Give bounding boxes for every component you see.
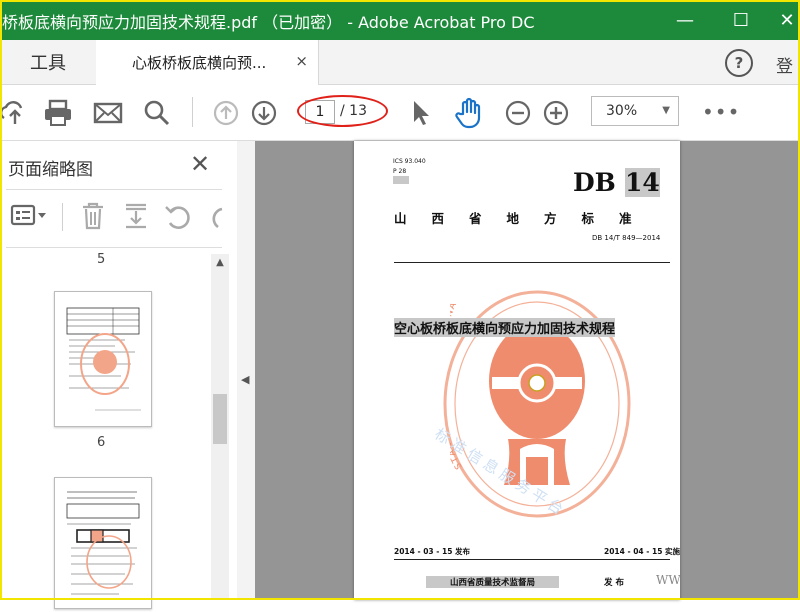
thumbnail-label: 5 [97, 252, 106, 267]
search-icon[interactable] [140, 85, 174, 140]
thumbnail-options-icon[interactable] [10, 203, 48, 235]
zoom-dropdown[interactable]: 30% ▼ [591, 96, 679, 126]
pdf-page[interactable]: STANDARDS PRESS OF CHINA 标准信息服务平台 ICS 93… [354, 141, 680, 600]
undo-icon[interactable] [164, 203, 192, 237]
tab-document[interactable]: 心板桥板底横向预... × [96, 40, 319, 85]
panel-collapse-handle[interactable]: ◀ [237, 141, 255, 600]
tab-document-label: 心板桥板底横向预... [132, 54, 267, 72]
standard-header: 山 西 省 地 方 标 准 [394, 211, 632, 226]
sign-in-button[interactable]: 登 [776, 52, 793, 77]
panel-divider [6, 189, 222, 190]
window-title: 桥板底横向预应力加固技术规程.pdf （已加密） - Adobe Acrobat… [2, 13, 535, 32]
thumbnail-panel: 页面缩略图 ✕ 5 6 ▲ [0, 141, 238, 609]
highlight-block [393, 176, 409, 184]
viewer-right-margin [694, 141, 800, 600]
minimize-button[interactable]: — [662, 0, 708, 40]
footer-rule [394, 559, 670, 560]
header-rule [394, 262, 670, 263]
print-icon[interactable] [40, 85, 76, 140]
thumbnail-page-7[interactable] [54, 477, 152, 609]
title-bar: 桥板底横向预应力加固技术规程.pdf （已加密） - Adobe Acrobat… [0, 0, 800, 40]
toolbar-divider [192, 97, 193, 127]
red-annotation-ellipse [297, 95, 388, 127]
www-watermark: WWW. [656, 573, 680, 587]
extract-icon[interactable] [122, 201, 150, 237]
upload-icon[interactable] [0, 85, 30, 140]
close-window-button[interactable]: ✕ [764, 0, 800, 40]
prev-page-icon[interactable] [210, 85, 242, 140]
tab-bar: 工具 心板桥板底横向预... × ? 登 [0, 40, 800, 85]
tab-tools[interactable]: 工具 [0, 40, 97, 84]
document-title: 空心板桥板底横向预应力加固技术规程 [394, 318, 616, 337]
delete-icon[interactable] [80, 201, 106, 237]
select-cursor-icon[interactable] [404, 85, 436, 140]
zoom-value: 30% [606, 103, 638, 119]
more-tools-button[interactable]: ••• [702, 100, 740, 124]
close-panel-icon[interactable]: ✕ [190, 150, 210, 178]
issue-date: 2014 - 03 - 15 发布 [394, 547, 471, 556]
thumbnail-scrollbar[interactable]: ▲ [211, 254, 229, 600]
hand-icon[interactable] [452, 85, 486, 140]
panel-tool-divider [62, 203, 63, 231]
redo-icon[interactable] [204, 203, 224, 237]
next-page-icon[interactable] [248, 85, 280, 140]
panel-divider-2 [6, 247, 222, 248]
p-code: P 28 [393, 168, 407, 175]
scroll-up-icon[interactable]: ▲ [211, 254, 229, 272]
implementation-date: 2014 - 04 - 15 实施 [604, 547, 680, 556]
issuer: 山西省质量技术监督局 [426, 576, 560, 588]
tab-close-button[interactable]: × [295, 52, 308, 70]
db-code: DB [573, 168, 616, 197]
standard-number: DB 14/T 849—2014 [592, 234, 661, 242]
issuer-suffix: 发 布 [604, 578, 624, 588]
zoom-in-icon[interactable] [540, 85, 572, 140]
ics-code: ICS 93.040 [393, 158, 426, 165]
toolbar [0, 85, 800, 141]
thumbnail-page-6[interactable] [54, 291, 152, 427]
panel-title: 页面缩略图 [8, 160, 93, 180]
chevron-down-icon: ▼ [662, 105, 670, 116]
zoom-out-icon[interactable] [502, 85, 534, 140]
thumbnail-label: 6 [97, 435, 106, 450]
chevron-left-icon: ◀ [241, 373, 250, 386]
scrollbar-thumb[interactable] [213, 394, 227, 444]
db-number: 14 [625, 168, 660, 197]
help-icon[interactable]: ? [725, 49, 753, 77]
mail-icon[interactable] [90, 85, 126, 140]
maximize-button[interactable]: ☐ [718, 0, 764, 40]
